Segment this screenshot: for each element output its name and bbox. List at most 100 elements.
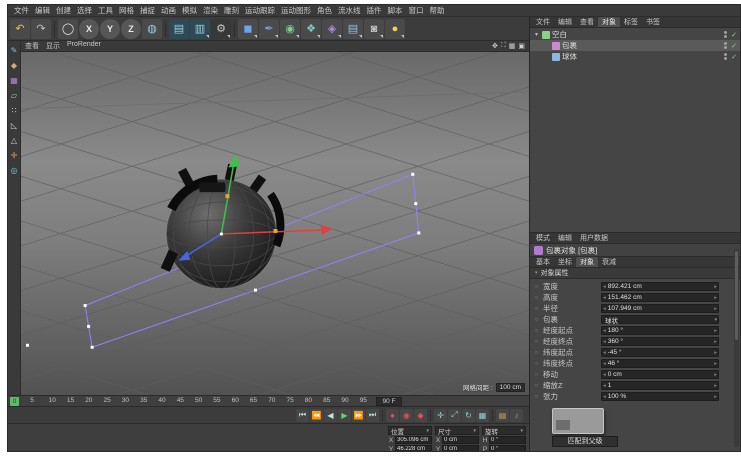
render-view-button[interactable]: ▤ bbox=[169, 18, 189, 39]
viewport-menu-item[interactable]: 显示 bbox=[46, 41, 60, 51]
add-light-button[interactable]: ● bbox=[385, 18, 405, 39]
object-tree-item[interactable]: 包裹 ✓ bbox=[530, 40, 740, 51]
object-manager[interactable]: ▾ 空白 ✓ 包裹 ✓ 球体 ✓ bbox=[530, 28, 740, 233]
attribute-field[interactable]: ◂ 360 ° ▸ bbox=[601, 337, 719, 346]
scrollbar[interactable] bbox=[734, 249, 739, 447]
record-position-button[interactable]: ✛ bbox=[434, 408, 447, 422]
visibility-dot-top[interactable] bbox=[724, 53, 728, 56]
add-mograph-button[interactable]: ❖ bbox=[301, 18, 321, 39]
menubar-item[interactable]: 捕捉 bbox=[137, 5, 158, 16]
visibility-dot-bottom[interactable] bbox=[724, 35, 728, 38]
coordinate-group-header[interactable]: 位置 ▾ bbox=[388, 426, 432, 436]
tab-om-tabs[interactable]: 对象 bbox=[598, 17, 620, 27]
spinner-right-icon[interactable]: ▸ bbox=[714, 295, 717, 301]
keyframe-dot-icon[interactable]: ○ bbox=[533, 295, 540, 301]
keyframe-dot-icon[interactable]: ○ bbox=[533, 317, 540, 323]
add-camera-button[interactable]: ◙ bbox=[364, 18, 384, 39]
menubar-item[interactable]: 运动图形 bbox=[278, 5, 314, 16]
texture-mode-icon[interactable]: ▦ bbox=[8, 73, 20, 87]
tab-om-tabs[interactable]: 编辑 bbox=[554, 17, 576, 27]
goto-end-button[interactable]: ⏭ bbox=[366, 408, 379, 422]
object-tree-item[interactable]: ▾ 空白 ✓ bbox=[530, 29, 740, 40]
tab-om-tabs[interactable]: 文件 bbox=[532, 17, 554, 27]
attribute-field[interactable]: ◂ 1 ▸ bbox=[601, 381, 719, 390]
redo-icon[interactable]: ↷ bbox=[31, 18, 51, 39]
attribute-field[interactable]: ◂ 180 ° ▸ bbox=[601, 326, 719, 335]
attribute-field[interactable]: ◂ 107.949 cm ▸ bbox=[601, 304, 719, 313]
viewport-menu-item[interactable]: ProRender bbox=[67, 41, 101, 51]
menubar-item[interactable]: 运动跟踪 bbox=[242, 5, 278, 16]
timeline-tick[interactable]: 45 bbox=[177, 397, 184, 404]
timeline-tick[interactable]: 85 bbox=[323, 397, 330, 404]
timeline-tick[interactable]: 40 bbox=[158, 397, 165, 404]
tab-om-tabs[interactable]: 书签 bbox=[642, 17, 664, 27]
point-mode-icon[interactable]: ∷ bbox=[8, 103, 20, 117]
tab-sec-tabs[interactable]: 对象 bbox=[576, 257, 598, 267]
add-generator-button[interactable]: ◉ bbox=[280, 18, 300, 39]
timeline-tick[interactable]: 65 bbox=[250, 397, 257, 404]
fit-to-parent-button[interactable]: 匹配到父级 bbox=[552, 436, 618, 447]
keyframe-dot-icon[interactable]: ○ bbox=[533, 306, 540, 312]
enabled-checkbox[interactable]: ✓ bbox=[731, 31, 737, 39]
tab-attr-tabs[interactable]: 模式 bbox=[532, 233, 554, 243]
tab-om-tabs[interactable]: 标签 bbox=[620, 17, 642, 27]
timeline-tick[interactable]: 15 bbox=[67, 397, 74, 404]
spinner-right-icon[interactable]: ▸ bbox=[714, 339, 717, 345]
menubar-item[interactable]: 选择 bbox=[74, 5, 95, 16]
polygon-mode-icon[interactable]: △ bbox=[8, 133, 20, 147]
keyframe-dot-icon[interactable]: ○ bbox=[533, 284, 540, 290]
tab-om-tabs[interactable]: 查看 bbox=[576, 17, 598, 27]
goto-start-button[interactable]: ⏮ bbox=[296, 408, 309, 422]
visibility-dot-top[interactable] bbox=[724, 42, 728, 45]
coordinate-system-button[interactable]: ◍ bbox=[142, 18, 162, 39]
timeline-tick[interactable]: 30 bbox=[122, 397, 129, 404]
menubar-item[interactable]: 帮助 bbox=[427, 5, 448, 16]
visibility-dot-top[interactable] bbox=[724, 31, 728, 34]
viewport[interactable]: 网格间距 : 100 cm bbox=[21, 52, 529, 395]
add-environment-button[interactable]: ▤ bbox=[343, 18, 363, 39]
add-spline-button[interactable]: ✒ bbox=[259, 18, 279, 39]
timeline-tick[interactable]: 80 bbox=[305, 397, 312, 404]
timeline-tick[interactable]: 90 bbox=[341, 397, 348, 404]
attribute-field[interactable]: ◂ 0 cm ▸ bbox=[601, 370, 719, 379]
tab-attr-tabs[interactable]: 编辑 bbox=[554, 233, 576, 243]
menubar-item[interactable]: 创建 bbox=[53, 5, 74, 16]
timeline-tick[interactable]: 55 bbox=[213, 397, 220, 404]
menubar-item[interactable]: 流水线 bbox=[335, 5, 364, 16]
coordinate-field[interactable]: 305.096 cm bbox=[395, 436, 432, 444]
workplane-mode-icon[interactable]: ▱ bbox=[8, 88, 20, 102]
coordinate-field[interactable]: 0 ° bbox=[489, 445, 526, 451]
axis-lock-x-button[interactable]: X bbox=[79, 18, 99, 39]
next-key-button[interactable]: ⏩ bbox=[352, 408, 365, 422]
timeline-tick[interactable]: 35 bbox=[140, 397, 147, 404]
menubar-item[interactable]: 插件 bbox=[364, 5, 385, 16]
coordinate-field[interactable]: 0 cm bbox=[442, 445, 479, 451]
visibility-dots[interactable] bbox=[724, 42, 728, 49]
timeline-tick[interactable]: 75 bbox=[287, 397, 294, 404]
render-settings-button[interactable]: ⚙ bbox=[211, 18, 231, 39]
coordinate-field[interactable]: 0 cm bbox=[442, 436, 479, 444]
spinner-right-icon[interactable]: ▸ bbox=[714, 361, 717, 367]
spinner-right-icon[interactable]: ▸ bbox=[714, 383, 717, 389]
coordinate-field[interactable]: 46.228 cm bbox=[395, 445, 432, 451]
snap-icon[interactable]: ◎ bbox=[8, 163, 20, 177]
keyframe-dot-icon[interactable]: ○ bbox=[533, 339, 540, 345]
menubar-item[interactable]: 模拟 bbox=[179, 5, 200, 16]
tab-attr-tabs[interactable]: 用户数据 bbox=[576, 233, 612, 243]
attribute-field[interactable]: ◂ 46 ° ▸ bbox=[601, 359, 719, 368]
record-rotation-button[interactable]: ↻ bbox=[462, 408, 475, 422]
menubar-item[interactable]: 编辑 bbox=[32, 5, 53, 16]
visibility-dot-bottom[interactable] bbox=[724, 57, 728, 60]
keyframe-dot-icon[interactable]: ○ bbox=[533, 350, 540, 356]
viewport-move-icon[interactable]: ✥ bbox=[492, 42, 498, 50]
timeline-tick[interactable]: 5 bbox=[30, 397, 34, 404]
record-parameter-button[interactable]: ▦ bbox=[476, 408, 489, 422]
menubar-item[interactable]: 窗口 bbox=[406, 5, 427, 16]
timeline-playhead[interactable]: 0 bbox=[10, 397, 19, 406]
timeline-tick[interactable]: 10 bbox=[49, 397, 56, 404]
timeline-tick[interactable]: 50 bbox=[195, 397, 202, 404]
coordinate-group-header[interactable]: 尺寸 ▾ bbox=[435, 426, 479, 436]
prev-frame-button[interactable]: ◀ bbox=[324, 408, 337, 422]
expander-icon[interactable]: ▾ bbox=[533, 31, 540, 38]
viewport-maximize-icon[interactable]: ⛶ bbox=[501, 42, 506, 50]
